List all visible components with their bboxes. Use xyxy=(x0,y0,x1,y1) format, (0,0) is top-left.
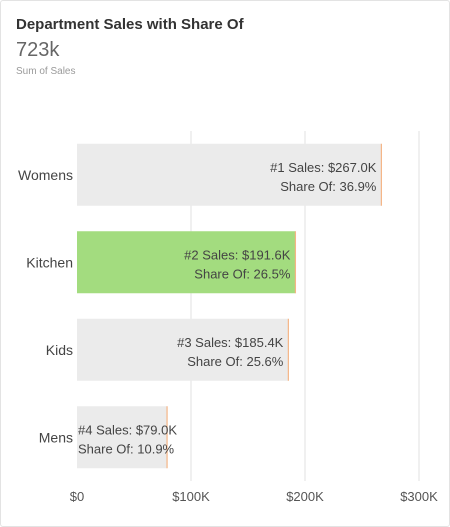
bar-label-share-womens: Share Of: 36.9% xyxy=(280,179,377,194)
x-tick-label-1: $100K xyxy=(172,489,210,504)
bar-chart: Womens #1 Sales: $267.0K Share Of: 36.9% Ki… xyxy=(18,131,438,504)
x-tick-label-3: $300K xyxy=(400,489,438,504)
bar-kitchen xyxy=(77,231,296,294)
bar-label-sales-mens: #4 Sales: $79.0K xyxy=(78,422,177,437)
chart-card: Department Sales with Share Of 723k Sum … xyxy=(0,0,450,527)
bar-label-share-kitchen: Share Of: 26.5% xyxy=(194,266,291,281)
bar-label-sales-kids: #3 Sales: $185.4K xyxy=(177,335,284,350)
bar-label-share-kids: Share Of: 25.6% xyxy=(187,354,284,369)
bar-label-sales-womens: #1 Sales: $267.0K xyxy=(270,160,377,175)
bar-label-sales-kitchen: #2 Sales: $191.6K xyxy=(184,247,291,262)
category-label-mens: Mens xyxy=(39,429,73,445)
category-label-womens: Womens xyxy=(18,167,73,183)
category-label-kitchen: Kitchen xyxy=(26,254,73,270)
x-tick-label-2: $200K xyxy=(286,489,324,504)
category-label-kids: Kids xyxy=(46,342,73,358)
bar-kids xyxy=(77,318,289,381)
bar-label-share-mens: Share Of: 10.9% xyxy=(78,441,175,456)
bar-mens xyxy=(77,406,168,469)
x-tick-label-0: $0 xyxy=(70,489,84,504)
bar-womens xyxy=(77,143,382,206)
